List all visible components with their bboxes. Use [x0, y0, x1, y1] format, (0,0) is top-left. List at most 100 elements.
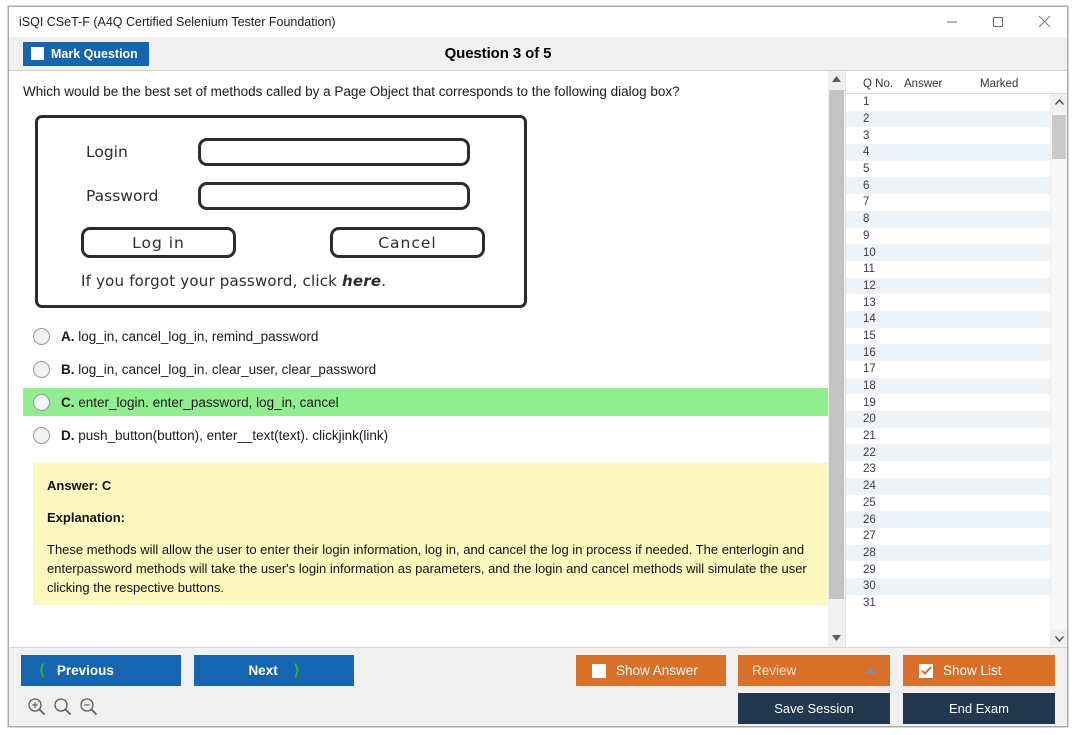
question-list-row[interactable]: 3: [846, 127, 1050, 144]
end-exam-label: End Exam: [949, 701, 1009, 716]
question-list-row[interactable]: 19: [846, 394, 1050, 411]
radio-icon-c[interactable]: [33, 393, 50, 411]
question-scrollbar-track[interactable]: [828, 88, 845, 630]
mark-question-checkbox-icon[interactable]: [31, 47, 44, 60]
column-header-answer: Answer: [904, 77, 943, 90]
question-list-row[interactable]: 31: [846, 595, 1050, 612]
dialog-password-field: [198, 182, 470, 211]
show-list-button[interactable]: Show List: [903, 655, 1055, 686]
option-row-d[interactable]: D. push_button(button), enter__text(text…: [23, 421, 828, 449]
question-list-row[interactable]: 11: [846, 261, 1050, 278]
question-list-row[interactable]: 22: [846, 444, 1050, 462]
question-list-row[interactable]: 29: [846, 561, 1050, 578]
mark-question-button[interactable]: Mark Question: [23, 41, 149, 66]
dialog-hint-suffix: .: [381, 272, 387, 291]
previous-label: Previous: [56, 663, 114, 678]
maximize-icon[interactable]: [975, 7, 1021, 37]
question-list-row[interactable]: 23: [846, 461, 1050, 478]
question-list-row[interactable]: 28: [846, 544, 1050, 562]
row-qno: 26: [863, 513, 876, 526]
column-header-qno: Q No.: [863, 77, 894, 90]
question-list-row[interactable]: 10: [846, 244, 1050, 261]
question-list-row[interactable]: 13: [846, 294, 1050, 311]
question-scroll-content: Which would be the best set of methods c…: [9, 71, 828, 647]
show-list-label: Show List: [943, 663, 1002, 678]
question-list-row[interactable]: 25: [846, 495, 1050, 512]
show-list-checkbox-icon[interactable]: [919, 663, 933, 678]
row-qno: 5: [863, 163, 870, 176]
question-list-scrollbar[interactable]: [1050, 94, 1067, 647]
end-exam-button[interactable]: End Exam: [903, 693, 1055, 724]
list-scroll-down-icon[interactable]: [1051, 630, 1067, 647]
window-title: iSQI CSeT-F (A4Q Certified Selenium Test…: [19, 14, 336, 29]
row-qno: 10: [863, 246, 876, 259]
dialog-login-button: Log in: [81, 227, 236, 259]
question-list-row[interactable]: 15: [846, 328, 1050, 345]
dialog-login-label: Login: [86, 143, 128, 162]
scroll-up-icon[interactable]: [828, 71, 845, 88]
close-icon[interactable]: [1021, 7, 1067, 37]
question-header-bar: Mark Question Question 3 of 5: [9, 37, 1067, 70]
review-dropdown[interactable]: Review: [738, 655, 890, 686]
question-list-row[interactable]: 4: [846, 144, 1050, 161]
question-list-row[interactable]: 9: [846, 228, 1050, 245]
option-letter-c: C.: [61, 394, 75, 410]
row-qno: 30: [863, 580, 876, 593]
explanation-heading: Explanation:: [47, 510, 126, 526]
question-list-row[interactable]: 5: [846, 161, 1050, 178]
radio-icon-d[interactable]: [33, 426, 50, 444]
option-label-b: B. log_in, cancel_log_in. clear_user, cl…: [61, 362, 376, 377]
scroll-down-icon[interactable]: [828, 630, 845, 647]
previous-button[interactable]: ⟨ Previous: [21, 655, 181, 686]
review-label: Review: [752, 663, 797, 678]
zoom-in-icon[interactable]: [27, 697, 46, 721]
question-list-row[interactable]: 7: [846, 194, 1050, 211]
question-list-row[interactable]: 30: [846, 577, 1050, 595]
question-scrollbar-thumb[interactable]: [829, 90, 844, 600]
minimize-icon[interactable]: [929, 7, 975, 37]
row-qno: 14: [863, 313, 876, 326]
list-scroll-up-icon[interactable]: [1051, 94, 1067, 111]
question-list-row[interactable]: 27: [846, 528, 1050, 545]
radio-icon-b[interactable]: [33, 360, 50, 378]
next-button[interactable]: Next ⟩: [194, 655, 354, 686]
question-list-row[interactable]: 21: [846, 428, 1050, 445]
question-list-row[interactable]: 17: [846, 361, 1050, 378]
row-qno: 21: [863, 430, 876, 443]
row-qno: 24: [863, 480, 876, 493]
question-list-row[interactable]: 8: [846, 210, 1050, 228]
option-row-c[interactable]: C. enter_login. enter_password, log_in, …: [23, 388, 828, 417]
radio-icon-a[interactable]: [33, 327, 50, 345]
question-list-row[interactable]: 24: [846, 477, 1050, 495]
footer-primary-row: ⟨ Previous Next ⟩ Show Answer Review Sho…: [21, 655, 1055, 686]
show-answer-checkbox-icon[interactable]: [592, 663, 606, 678]
row-qno: 7: [863, 196, 870, 209]
question-list-row[interactable]: 2: [846, 110, 1050, 128]
option-label-c: C. enter_login. enter_password, log_in, …: [61, 395, 339, 410]
row-qno: 19: [863, 396, 876, 409]
zoom-controls: [21, 697, 98, 721]
question-list-row[interactable]: 20: [846, 411, 1050, 428]
zoom-out-icon[interactable]: [79, 697, 98, 721]
save-session-button[interactable]: Save Session: [738, 693, 890, 724]
question-list-row[interactable]: 6: [846, 177, 1050, 195]
question-pane-scrollbar[interactable]: [828, 71, 845, 647]
question-list-row[interactable]: 16: [846, 344, 1050, 361]
show-answer-button[interactable]: Show Answer: [576, 655, 726, 686]
question-list-row[interactable]: 12: [846, 277, 1050, 295]
question-list-row[interactable]: 14: [846, 310, 1050, 328]
question-list-row[interactable]: 18: [846, 377, 1050, 395]
option-row-b[interactable]: B. log_in, cancel_log_in. clear_user, cl…: [23, 355, 828, 383]
option-row-a[interactable]: A. log_in, cancel_log_in, remind_passwor…: [23, 322, 828, 350]
list-scrollbar-track[interactable]: [1051, 111, 1067, 630]
list-scrollbar-thumb[interactable]: [1052, 115, 1066, 159]
question-list-row[interactable]: 1: [846, 94, 1050, 111]
question-list-rows[interactable]: 1 2 3 4 5 6 7 8 9 10 11 12 13 14 15 16 17 18 19 20 21 22 23 24 2…: [846, 94, 1050, 647]
question-list-row[interactable]: 26: [846, 511, 1050, 528]
row-qno: 8: [863, 213, 870, 226]
option-letter-a: A.: [61, 328, 75, 344]
window-titlebar: iSQI CSeT-F (A4Q Certified Selenium Test…: [9, 7, 1067, 37]
option-letter-b: B.: [61, 361, 75, 377]
column-header-marked: Marked: [980, 77, 1019, 90]
zoom-reset-icon[interactable]: [53, 697, 72, 721]
